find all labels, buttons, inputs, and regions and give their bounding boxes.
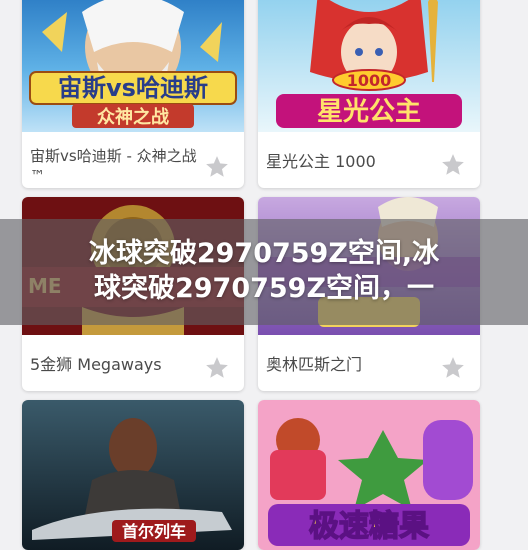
thumb-title: 极速糖果 — [309, 509, 429, 544]
thumb-subtitle: 众神之战 — [97, 106, 169, 128]
game-card-starlight-princess[interactable]: 1000 星光公主 星光公主 1000 — [258, 0, 480, 188]
game-card-zeus-vs-hades[interactable]: 宙斯vs哈迪斯 众神之战 宙斯vs哈迪斯 - 众神之战 ™ — [22, 0, 244, 188]
game-name[interactable]: 宙斯vs哈迪斯 - 众神之战 ™ — [30, 146, 200, 186]
game-card-sugar-rush[interactable]: 极速糖果 — [258, 400, 480, 550]
star-icon[interactable] — [440, 152, 466, 178]
game-name[interactable]: 奥林匹斯之门 — [266, 355, 436, 375]
banner-line-2: 球突破2970759Z空间，一 — [93, 273, 435, 304]
banner-headline: 冰球突破2970759Z空间,冰 球突破2970759Z空间，一 — [0, 219, 528, 325]
thumb-title: 首尔列车 — [122, 522, 186, 541]
thumb-title: 宙斯vs哈迪斯 — [58, 74, 208, 102]
star-icon[interactable] — [204, 154, 230, 180]
game-name[interactable]: 5金狮 Megaways — [30, 355, 200, 375]
game-thumbnail[interactable]: 首尔列车 — [22, 400, 244, 550]
game-thumbnail[interactable]: 宙斯vs哈迪斯 众神之战 — [22, 0, 244, 132]
game-thumbnail[interactable]: 极速糖果 — [258, 400, 480, 550]
star-icon[interactable] — [440, 355, 466, 381]
game-name[interactable]: 星光公主 1000 — [266, 152, 436, 172]
thumb-badge: 1000 — [347, 71, 392, 90]
game-card-seoul-train[interactable]: 首尔列车 — [22, 400, 244, 550]
thumb-title: 星光公主 — [317, 97, 421, 127]
promo-banner[interactable]: 冰球突破2970759Z空间,冰 球突破2970759Z空间，一 — [0, 219, 528, 325]
game-thumbnail[interactable]: 1000 星光公主 — [258, 0, 480, 132]
star-icon[interactable] — [204, 355, 230, 381]
banner-line-1: 冰球突破2970759Z空间,冰 — [88, 238, 440, 269]
